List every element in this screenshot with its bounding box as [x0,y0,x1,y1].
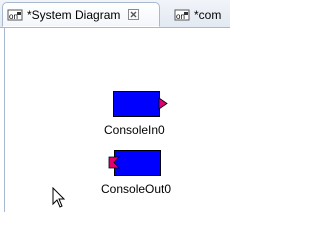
component-consoleout0[interactable] [114,150,161,176]
svg-text:on: on [176,12,185,21]
rt-system-editor-icon: on [174,9,190,21]
close-icon[interactable] [128,9,140,20]
svg-text:on: on [9,12,18,21]
component-label: ConsoleIn0 [104,123,165,137]
editor-tab-bar: on *System Diagram on *com [0,0,230,28]
rt-system-editor-icon: on [7,9,23,21]
outport-icon[interactable] [158,97,168,110]
component-label: ConsoleOut0 [101,182,172,196]
inport-icon[interactable] [108,156,120,169]
tab-label: *System Diagram [27,7,121,22]
tab-system-diagram[interactable]: on *System Diagram [2,2,160,27]
mouse-pointer-icon [52,187,66,208]
editor-border [4,27,5,212]
tab-com[interactable]: on *com [170,2,240,27]
component-consolein0[interactable] [113,91,160,117]
system-editor-window: on *System Diagram on *com ConsoleIn0 Co… [0,0,230,212]
tab-label: *com [194,7,222,22]
